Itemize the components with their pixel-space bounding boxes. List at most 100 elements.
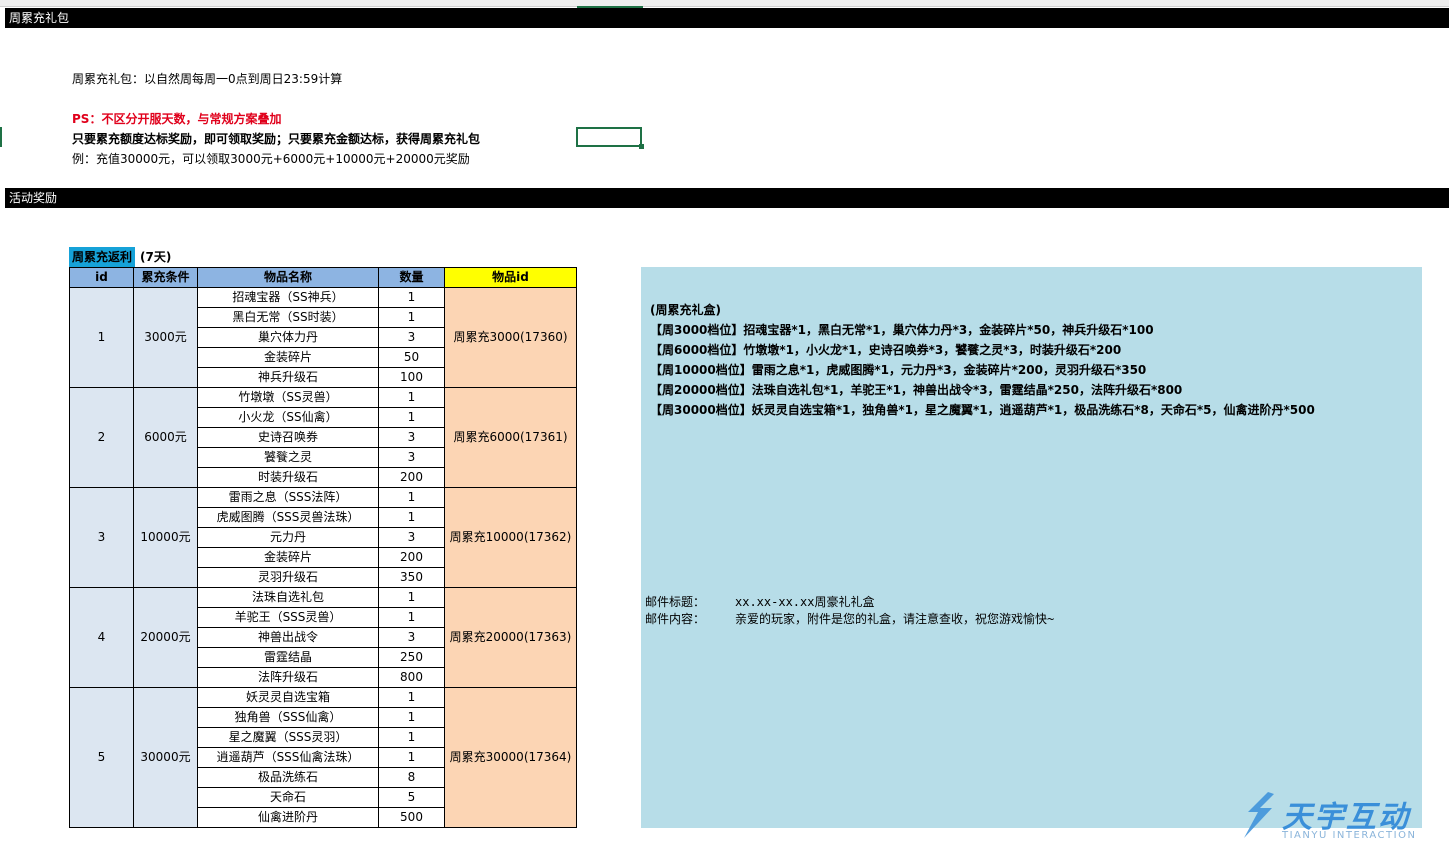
panel-line: 【周20000档位】法珠自选礼包*1，羊驼王*1，神兽出战令*3，雷霆结晶*25… xyxy=(650,383,1183,397)
item-name-cell[interactable]: 妖灵灵自选宝箱 xyxy=(197,687,379,708)
item-quantity-cell[interactable]: 1 xyxy=(378,587,445,608)
tier-id-cell[interactable]: 1 xyxy=(69,287,134,388)
tier-condition-cell[interactable]: 30000元 xyxy=(133,687,198,828)
item-name-cell[interactable]: 仙禽进阶丹 xyxy=(197,807,379,828)
tier-id-cell[interactable]: 5 xyxy=(69,687,134,828)
item-quantity-cell[interactable]: 1 xyxy=(378,387,445,408)
item-quantity-cell[interactable]: 3 xyxy=(378,327,445,348)
item-name-cell[interactable]: 极品洗练石 xyxy=(197,767,379,788)
item-quantity-cell[interactable]: 500 xyxy=(378,807,445,828)
tier-id-cell[interactable]: 4 xyxy=(69,587,134,688)
panel-line: (周累充礼盒) xyxy=(650,303,721,317)
rule-text: 只要累充额度达标奖励，即可领取奖励；只要累充金额达标，获得周累充礼包 xyxy=(72,132,481,146)
tier-box-id-cell[interactable]: 周累充20000(17363) xyxy=(444,587,577,688)
item-name-cell[interactable]: 竹墩墩（SS灵兽） xyxy=(197,387,379,408)
item-name-cell[interactable]: 星之魔翼（SSS灵羽） xyxy=(197,727,379,748)
item-name-cell[interactable]: 饕餮之灵 xyxy=(197,447,379,468)
table-title: 周累充返利 xyxy=(69,247,136,267)
item-name-cell[interactable]: 天命石 xyxy=(197,787,379,808)
item-quantity-cell[interactable]: 1 xyxy=(378,747,445,768)
logo-icon xyxy=(1244,792,1274,838)
tier-box-id-cell[interactable]: 周累充10000(17362) xyxy=(444,487,577,588)
item-quantity-cell[interactable]: 1 xyxy=(378,487,445,508)
item-quantity-cell[interactable]: 250 xyxy=(378,647,445,668)
item-name-cell[interactable]: 雷霆结晶 xyxy=(197,647,379,668)
item-quantity-cell[interactable]: 1 xyxy=(378,707,445,728)
header-item-name[interactable]: 物品名称 xyxy=(197,267,379,288)
item-name-cell[interactable]: 金装碎片 xyxy=(197,347,379,368)
item-name-cell[interactable]: 小火龙（SS仙禽） xyxy=(197,407,379,428)
item-quantity-cell[interactable]: 200 xyxy=(378,547,445,568)
active-row-marker xyxy=(0,127,2,147)
item-quantity-cell[interactable]: 350 xyxy=(378,567,445,588)
reward-table: id 累充条件 物品名称 数量 物品id 1 3000元 招魂宝器（SS神兵） 1 周累… xyxy=(69,267,577,828)
item-name-cell[interactable]: 灵羽升级石 xyxy=(197,567,379,588)
item-quantity-cell[interactable]: 3 xyxy=(378,427,445,448)
item-quantity-cell[interactable]: 5 xyxy=(378,787,445,808)
item-quantity-cell[interactable]: 1 xyxy=(378,507,445,528)
item-name-cell[interactable]: 黑白无常（SS时装） xyxy=(197,307,379,328)
item-name-cell[interactable]: 元力丹 xyxy=(197,527,379,548)
item-quantity-cell[interactable]: 3 xyxy=(378,627,445,648)
item-name-cell[interactable]: 巢穴体力丹 xyxy=(197,327,379,348)
item-quantity-cell[interactable]: 8 xyxy=(378,767,445,788)
item-quantity-cell[interactable]: 1 xyxy=(378,607,445,628)
tier-condition-cell[interactable]: 3000元 xyxy=(133,287,198,388)
tier-id-cell[interactable]: 3 xyxy=(69,487,134,588)
item-quantity-cell[interactable]: 1 xyxy=(378,407,445,428)
tier-condition-cell[interactable]: 20000元 xyxy=(133,587,198,688)
item-quantity-cell[interactable]: 1 xyxy=(378,687,445,708)
item-quantity-cell[interactable]: 1 xyxy=(378,727,445,748)
item-name-cell[interactable]: 金装碎片 xyxy=(197,547,379,568)
item-quantity-cell[interactable]: 200 xyxy=(378,467,445,488)
gift-box-panel[interactable]: (周累充礼盒) 【周3000档位】招魂宝器*1，黑白无常*1，巢穴体力丹*3，金… xyxy=(641,267,1422,828)
item-quantity-cell[interactable]: 800 xyxy=(378,667,445,688)
panel-line: 【周10000档位】雷雨之息*1，虎威图腾*1，元力丹*3，金装碎片*200，灵… xyxy=(650,363,1147,377)
item-name-cell[interactable]: 招魂宝器（SS神兵） xyxy=(197,287,379,308)
table-row: 1 3000元 招魂宝器（SS神兵） 1 周累充3000(17360) xyxy=(69,287,577,388)
item-quantity-cell[interactable]: 50 xyxy=(378,347,445,368)
table-row: 5 30000元 妖灵灵自选宝箱 1 周累充30000(17364) xyxy=(69,687,577,828)
table-row: 4 20000元 法珠自选礼包 1 周累充20000(17363) xyxy=(69,587,577,688)
header-quantity[interactable]: 数量 xyxy=(378,267,445,288)
tier-condition-cell[interactable]: 6000元 xyxy=(133,387,198,488)
item-quantity-cell[interactable]: 1 xyxy=(378,287,445,308)
section-banner-rewards: 活动奖励 xyxy=(5,188,1449,208)
tier-box-id-cell[interactable]: 周累充30000(17364) xyxy=(444,687,577,828)
mail-content-label: 邮件内容： xyxy=(645,612,706,626)
item-quantity-cell[interactable]: 100 xyxy=(378,367,445,388)
mail-title-value: xx.xx-xx.xx周豪礼礼盒 xyxy=(735,595,875,609)
header-condition[interactable]: 累充条件 xyxy=(133,267,198,288)
watermark-logo: 天宇互动 TIANYU INTERACTION xyxy=(1238,790,1443,842)
logo-subtext: TIANYU INTERACTION xyxy=(1282,830,1417,841)
item-quantity-cell[interactable]: 1 xyxy=(378,307,445,328)
item-name-cell[interactable]: 史诗召唤券 xyxy=(197,427,379,448)
header-id[interactable]: id xyxy=(69,267,134,288)
example-text: 例：充值30000元，可以领取3000元+6000元+10000元+20000元… xyxy=(72,152,470,166)
item-name-cell[interactable]: 独角兽（SSS仙禽） xyxy=(197,707,379,728)
item-name-cell[interactable]: 虎威图腾（SSS灵兽法珠） xyxy=(197,507,379,528)
tier-condition-cell[interactable]: 10000元 xyxy=(133,487,198,588)
ps-note: PS：不区分开服天数，与常规方案叠加 xyxy=(72,112,282,126)
item-name-cell[interactable]: 羊驼王（SSS灵兽） xyxy=(197,607,379,628)
tier-box-id-cell[interactable]: 周累充3000(17360) xyxy=(444,287,577,388)
item-name-cell[interactable]: 法珠自选礼包 xyxy=(197,587,379,608)
header-item-id[interactable]: 物品id xyxy=(444,267,577,288)
item-name-cell[interactable]: 法阵升级石 xyxy=(197,667,379,688)
table-subtitle: (7天) xyxy=(140,250,172,264)
panel-line: 【周3000档位】招魂宝器*1，黑白无常*1，巢穴体力丹*3，金装碎片*50，神… xyxy=(650,323,1154,337)
tier-box-id-cell[interactable]: 周累充6000(17361) xyxy=(444,387,577,488)
item-name-cell[interactable]: 神兵升级石 xyxy=(197,367,379,388)
item-name-cell[interactable]: 逍遥葫芦（SSS仙禽法珠） xyxy=(197,747,379,768)
item-name-cell[interactable]: 时装升级石 xyxy=(197,467,379,488)
item-quantity-cell[interactable]: 3 xyxy=(378,527,445,548)
tier-id-cell[interactable]: 2 xyxy=(69,387,134,488)
section-banner-weekly: 周累充礼包 xyxy=(5,8,1449,28)
item-quantity-cell[interactable]: 3 xyxy=(378,447,445,468)
selected-cell[interactable] xyxy=(576,127,644,149)
item-name-cell[interactable]: 雷雨之息（SSS法阵） xyxy=(197,487,379,508)
panel-line: 【周6000档位】竹墩墩*1，小火龙*1，史诗召唤券*3，饕餮之灵*3，时装升级… xyxy=(650,343,1122,357)
panel-line: 【周30000档位】妖灵灵自选宝箱*1，独角兽*1，星之魔翼*1，逍遥葫芦*1，… xyxy=(650,403,1315,417)
column-header-strip[interactable] xyxy=(0,0,1449,8)
item-name-cell[interactable]: 神兽出战令 xyxy=(197,627,379,648)
